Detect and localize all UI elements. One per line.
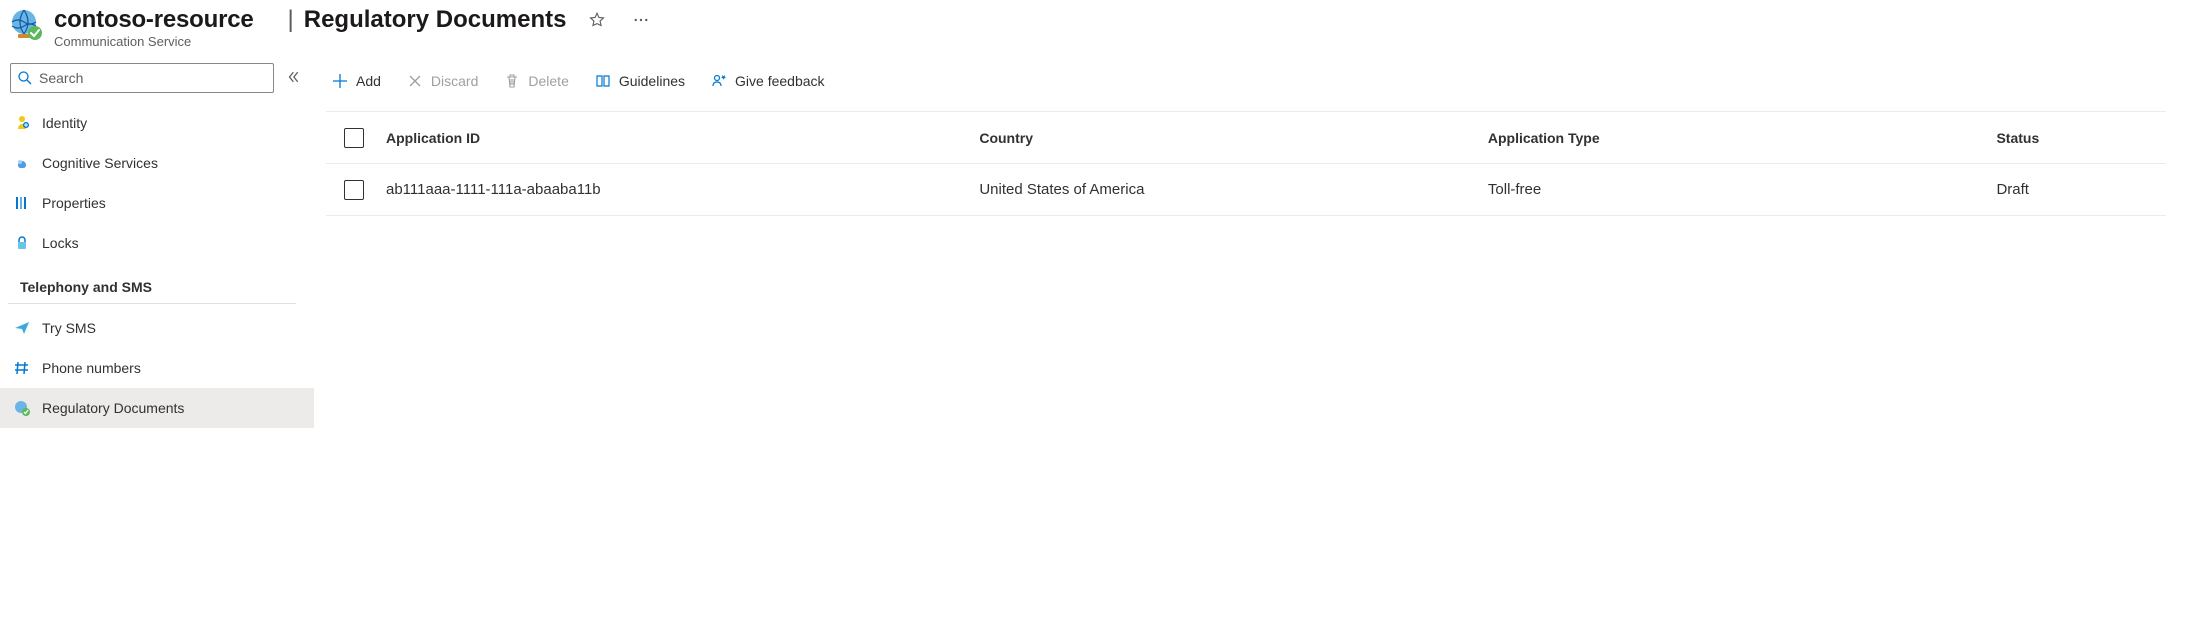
feedback-button[interactable]: Give feedback bbox=[709, 69, 827, 93]
toolbar-label: Add bbox=[356, 73, 381, 89]
column-app-id[interactable]: Application ID bbox=[386, 130, 979, 146]
sidebar-item-label: Try SMS bbox=[42, 320, 96, 336]
nav-list-top: Identity Cognitive Services Properties bbox=[0, 103, 314, 263]
resource-subtitle: Communication Service bbox=[54, 34, 654, 49]
trash-icon bbox=[504, 73, 520, 89]
sidebar-item-identity[interactable]: Identity bbox=[0, 103, 314, 143]
regulatory-icon bbox=[14, 400, 30, 416]
toolbar-label: Guidelines bbox=[619, 73, 685, 89]
sidebar-item-phone[interactable]: Phone numbers bbox=[0, 348, 314, 388]
nav-section-heading: Telephony and SMS bbox=[8, 263, 296, 304]
book-icon bbox=[595, 73, 611, 89]
sidebar-item-label: Regulatory Documents bbox=[42, 400, 184, 416]
row-checkbox[interactable] bbox=[344, 180, 364, 200]
hash-icon bbox=[14, 360, 30, 376]
star-icon bbox=[588, 11, 606, 29]
search-box[interactable] bbox=[10, 63, 274, 93]
discard-button[interactable]: Discard bbox=[405, 69, 480, 93]
toolbar-label: Discard bbox=[431, 73, 478, 89]
search-icon bbox=[17, 70, 33, 86]
sidebar: Identity Cognitive Services Properties bbox=[0, 63, 314, 628]
resource-name: contoso-resource bbox=[54, 6, 254, 34]
page-title: Regulatory Documents bbox=[304, 6, 567, 34]
nav-list-telephony: Try SMS Phone numbers Regulatory Documen… bbox=[0, 308, 314, 428]
guidelines-button[interactable]: Guidelines bbox=[593, 69, 687, 93]
select-all-checkbox[interactable] bbox=[344, 128, 364, 148]
x-icon bbox=[407, 73, 423, 89]
search-input[interactable] bbox=[39, 70, 267, 86]
resource-icon bbox=[10, 8, 42, 40]
identity-icon bbox=[14, 115, 30, 131]
more-button[interactable] bbox=[628, 7, 654, 33]
toolbar: Add Discard Delete bbox=[326, 63, 2166, 111]
collapse-sidebar-button[interactable] bbox=[282, 66, 304, 91]
favorite-button[interactable] bbox=[584, 7, 610, 33]
documents-table: Application ID Country Application Type … bbox=[326, 111, 2166, 216]
column-country[interactable]: Country bbox=[979, 130, 1488, 146]
sidebar-item-label: Properties bbox=[42, 195, 106, 211]
cell-status: Draft bbox=[1996, 181, 2166, 198]
sidebar-item-label: Cognitive Services bbox=[42, 155, 158, 171]
plane-icon bbox=[14, 320, 30, 336]
page-header: contoso-resource | Regulatory Documents … bbox=[0, 0, 2190, 63]
sidebar-item-properties[interactable]: Properties bbox=[0, 183, 314, 223]
delete-button[interactable]: Delete bbox=[502, 69, 570, 93]
sidebar-item-trysms[interactable]: Try SMS bbox=[0, 308, 314, 348]
cell-country: United States of America bbox=[979, 181, 1488, 198]
main-content: Add Discard Delete bbox=[314, 63, 2190, 628]
title-separator: | bbox=[288, 6, 294, 34]
cognitive-icon bbox=[14, 155, 30, 171]
lock-icon bbox=[14, 235, 30, 251]
sidebar-item-regulatory[interactable]: Regulatory Documents bbox=[0, 388, 314, 428]
properties-icon bbox=[14, 195, 30, 211]
add-button[interactable]: Add bbox=[330, 69, 383, 93]
toolbar-label: Give feedback bbox=[735, 73, 825, 89]
sidebar-item-cognitive[interactable]: Cognitive Services bbox=[0, 143, 314, 183]
column-status[interactable]: Status bbox=[1996, 130, 2166, 146]
ellipsis-icon bbox=[632, 11, 650, 29]
sidebar-item-label: Identity bbox=[42, 115, 87, 131]
cell-app-id: ab111aaa-1111-111a-abaaba11b bbox=[386, 181, 979, 198]
sidebar-item-locks[interactable]: Locks bbox=[0, 223, 314, 263]
sidebar-item-label: Locks bbox=[42, 235, 79, 251]
sidebar-item-label: Phone numbers bbox=[42, 360, 141, 376]
table-header-row: Application ID Country Application Type … bbox=[326, 112, 2166, 164]
chevron-double-left-icon bbox=[286, 70, 300, 84]
table-row[interactable]: ab111aaa-1111-111a-abaaba11b United Stat… bbox=[326, 164, 2166, 216]
feedback-icon bbox=[711, 73, 727, 89]
cell-app-type: Toll-free bbox=[1488, 181, 1997, 198]
toolbar-label: Delete bbox=[528, 73, 568, 89]
plus-icon bbox=[332, 73, 348, 89]
column-app-type[interactable]: Application Type bbox=[1488, 130, 1997, 146]
